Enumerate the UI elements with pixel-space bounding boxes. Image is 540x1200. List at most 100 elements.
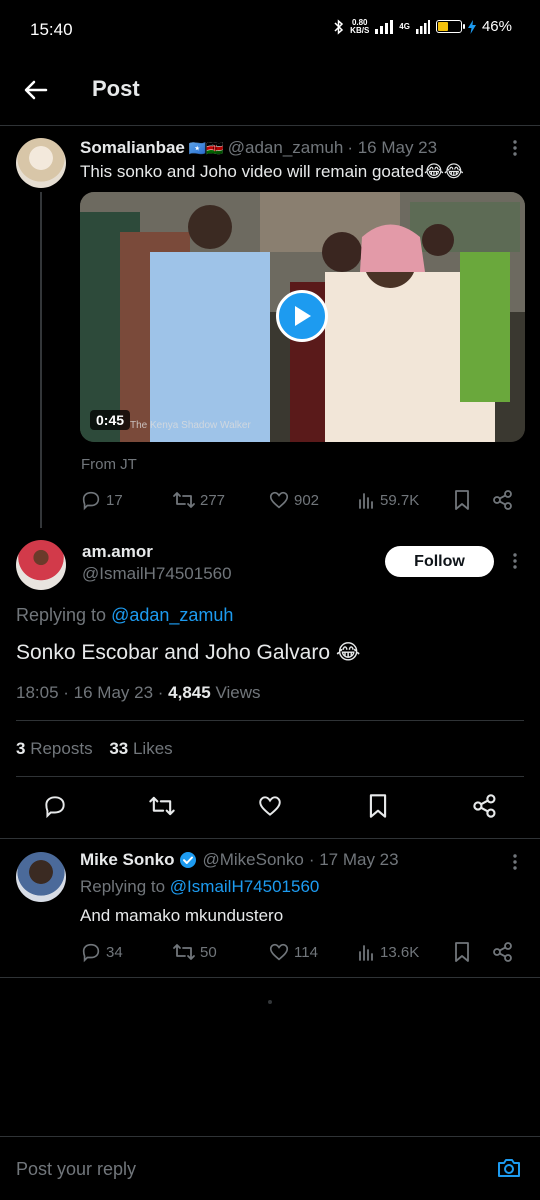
reposts-stat[interactable]: 3 Reposts: [16, 739, 97, 758]
share-icon: [473, 794, 496, 818]
tweet3-bookmark-button[interactable]: [452, 941, 472, 963]
tweet1-avatar[interactable]: [16, 138, 66, 188]
tweet3-handle[interactable]: @MikeSonko: [202, 850, 303, 870]
video-duration: 0:45: [90, 410, 131, 430]
more-vertical-icon: [513, 140, 517, 156]
tweet1-repost-count: 277: [200, 491, 226, 509]
tweet3-views-count: 13.6K: [380, 943, 420, 961]
net-speed: 0.80 KB/S: [350, 18, 369, 35]
tweet3-text: And mamako mkundustero: [80, 906, 284, 925]
tweet1-reply-count: 17: [106, 491, 123, 509]
reply-icon: [45, 796, 65, 819]
main-post-views-label: Views: [215, 683, 261, 702]
views-icon: [359, 945, 373, 961]
repost-icon: [173, 492, 195, 508]
main-post-handle[interactable]: @IsmailH74501560: [82, 564, 232, 584]
status-bar: 15:40 0.80 KB/S 4G 46%: [0, 0, 540, 62]
tweet3-share-button[interactable]: [492, 941, 514, 963]
tweet3-like-count: 114: [294, 943, 318, 961]
tweet1-text: This sonko and Joho video will remain go…: [80, 162, 464, 181]
tweet3-replying-to-link[interactable]: @IsmailH74501560: [170, 877, 320, 896]
main-post-more-button[interactable]: [505, 551, 525, 571]
heart-icon: [269, 943, 289, 961]
reply-bar: Post your reply: [0, 1136, 540, 1200]
battery-fill: [437, 22, 448, 31]
replying-to-link[interactable]: @adan_zamuh: [111, 605, 233, 625]
tweet1-views-button[interactable]: 59.7K: [358, 490, 419, 510]
tweet3-display-name[interactable]: Mike Sonko: [80, 850, 174, 870]
tweet1-more-button[interactable]: [505, 138, 525, 158]
back-button[interactable]: [20, 74, 52, 106]
tweet3-replying: Replying to @IsmailH74501560: [80, 877, 319, 897]
tweet3-divider: [0, 977, 540, 978]
camera-icon: [498, 1159, 520, 1177]
views-icon: [359, 493, 373, 509]
arrow-left-icon: [24, 80, 48, 100]
main-post-text: Sonko Escobar and Joho Galvaro 😂: [16, 641, 361, 664]
main-post-actions: [0, 793, 540, 821]
main-bookmark-button[interactable]: [366, 793, 390, 819]
tweet1-date[interactable]: · 16 May 23: [347, 138, 437, 158]
battery-percent: 46%: [481, 18, 512, 35]
main-post-timestamp[interactable]: 18:05 · 16 May 23 ·: [16, 683, 163, 702]
main-post-views-count: 4,845: [168, 683, 211, 702]
tweet1-handle[interactable]: @adan_zamuh: [228, 138, 344, 158]
follow-button[interactable]: Follow: [385, 546, 494, 577]
signal-icon-2: [415, 19, 430, 34]
charging-icon: [467, 19, 476, 34]
tweet1-display-name[interactable]: Somalianbae: [80, 138, 185, 158]
tweet3-repost-button[interactable]: 50: [172, 941, 217, 963]
main-post-replying: Replying to @adan_zamuh: [16, 605, 233, 626]
repost-icon: [149, 796, 175, 816]
play-button[interactable]: [276, 290, 328, 342]
verified-badge-icon: [179, 851, 197, 869]
main-post-bottom-divider: [0, 838, 540, 839]
bookmark-icon: [455, 942, 469, 962]
tweet3-more-button[interactable]: [505, 852, 525, 872]
tweet1-source: From JT: [81, 456, 137, 473]
battery-icon: [435, 20, 465, 33]
reposts-count: 3: [16, 739, 26, 758]
tweet1-like-count: 902: [294, 491, 320, 509]
main-share-button[interactable]: [472, 793, 498, 819]
tweet1-video[interactable]: 0:45 The Kenya Shadow Walker: [80, 192, 525, 442]
tweet3-views-button[interactable]: 13.6K: [358, 942, 419, 962]
tweet3-header: Mike Sonko @MikeSonko · 17 May 23: [80, 850, 500, 870]
engagement-stats: 3 Reposts 33 Likes: [16, 739, 173, 759]
bookmark-icon: [455, 490, 469, 510]
likes-label: Likes: [132, 739, 173, 758]
meta-divider: [16, 720, 524, 721]
bookmark-icon: [369, 794, 387, 818]
tweet1-share-button[interactable]: [492, 489, 514, 511]
video-watermark: The Kenya Shadow Walker: [130, 420, 251, 431]
tweet1-header: Somalianbae 🇸🇴🇰🇪 @adan_zamuh · 16 May 23: [80, 138, 500, 158]
tweet1-views-count: 59.7K: [380, 491, 420, 509]
tweet1-repost-button[interactable]: 277: [172, 489, 225, 511]
camera-button[interactable]: [496, 1155, 522, 1181]
reply-input[interactable]: Post your reply: [16, 1159, 136, 1180]
main-post-meta: 18:05 · 16 May 23 · 4,845 Views: [16, 683, 260, 703]
replying-prefix: Replying to: [16, 605, 107, 625]
tweet1-like-button[interactable]: 902: [268, 489, 319, 511]
main-reply-button[interactable]: [42, 793, 68, 819]
tweet3-date[interactable]: · 17 May 23: [309, 850, 399, 870]
network-type: 4G: [399, 22, 410, 31]
tweet3-like-button[interactable]: 114: [268, 941, 318, 963]
share-icon: [493, 490, 512, 510]
tweet1-bookmark-button[interactable]: [452, 489, 472, 511]
share-icon: [493, 942, 512, 962]
likes-stat[interactable]: 33 Likes: [109, 739, 172, 758]
header-divider: [0, 125, 540, 126]
main-like-button[interactable]: [257, 793, 283, 819]
tweet1-reply-button[interactable]: 17: [80, 489, 123, 511]
page-title: Post: [92, 76, 140, 101]
reply-icon: [82, 943, 100, 963]
main-post-avatar[interactable]: [16, 540, 66, 590]
play-icon: [295, 306, 311, 326]
main-repost-button[interactable]: [148, 793, 176, 819]
main-post-display-name[interactable]: am.amor: [82, 542, 153, 562]
tweet3-reply-button[interactable]: 34: [80, 941, 123, 963]
tweet3-avatar[interactable]: [16, 852, 66, 902]
tweet1-flags: 🇸🇴🇰🇪: [188, 139, 224, 156]
tweet1-actions: 17 277 902 59.7K: [80, 488, 520, 512]
